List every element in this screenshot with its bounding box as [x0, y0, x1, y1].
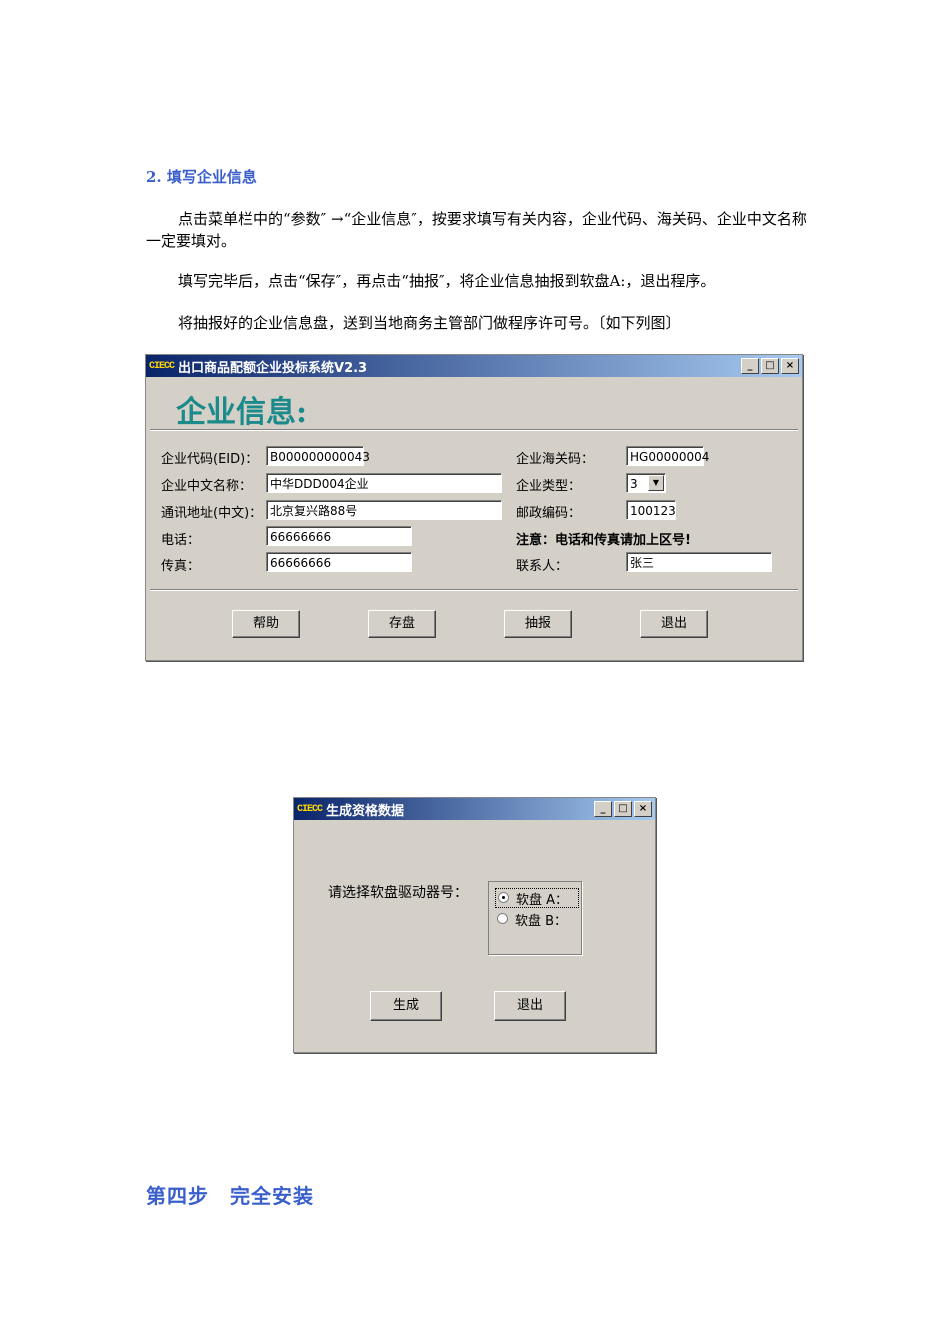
section-heading: 2. 填写企业信息 [146, 168, 257, 186]
notice-text: 注意：电话和传真请加上区号! [516, 533, 691, 548]
address-label: 通讯地址(中文)： [161, 506, 263, 521]
minimize-button[interactable]: _ [594, 801, 612, 817]
titlebar: CIECC 出口商品配额企业投标系统V2.3 _ □ × [146, 355, 802, 377]
contact-input[interactable]: 张三 [626, 552, 772, 572]
drive-group: 软盘 A： 软盘 B： [488, 881, 582, 955]
phone-input[interactable]: 66666666 [266, 526, 412, 546]
buttons-separator [150, 589, 798, 591]
exit-button[interactable]: 退出 [494, 991, 566, 1021]
header-separator [150, 429, 798, 431]
customs-label: 企业海关码： [516, 452, 595, 467]
titlebar: CIECC 生成资格数据 _ □ × [294, 798, 655, 820]
paragraph-3: 将抽报好的企业信息盘，送到当地商务主管部门做程序许可号。〔如下列图〕 [146, 312, 818, 334]
cn-name-label: 企业中文名称： [161, 479, 253, 494]
form-header: 企业信息: [176, 395, 308, 430]
customs-input[interactable]: HG00000004 [626, 446, 709, 466]
drive-prompt: 请选择软盘驱动器号： [328, 885, 468, 901]
eid-label: 企业代码(EID)： [161, 452, 259, 467]
eid-input[interactable]: B000000000043 [266, 446, 370, 466]
phone-label: 电话： [161, 533, 201, 548]
type-select[interactable]: 3 ▼ [626, 473, 666, 493]
enterprise-info-window: CIECC 出口商品配额企业投标系统V2.3 _ □ × 企业信息: 企业代码(… [145, 354, 803, 661]
drive-b-radio[interactable] [497, 913, 508, 924]
close-button[interactable]: × [634, 801, 652, 817]
maximize-button[interactable]: □ [614, 801, 632, 817]
drive-b-option[interactable]: 软盘 B： [495, 910, 577, 929]
extract-button[interactable]: 抽报 [504, 610, 572, 638]
help-button[interactable]: 帮助 [232, 610, 300, 638]
app-logo: CIECC [297, 803, 323, 815]
paragraph-2-text: 填写完毕后，点击“保存″，再点击“抽报″，将企业信息抽报到软盘A:，退出程序。 [178, 272, 716, 290]
close-button[interactable]: × [781, 358, 799, 374]
postal-input[interactable]: 100123 [626, 500, 676, 520]
step-heading: 第四步 完全安装 [146, 1184, 314, 1208]
titlebar-controls: _ □ × [594, 801, 652, 817]
exit-button[interactable]: 退出 [640, 610, 708, 638]
cn-name-input[interactable]: 中华DDD004企业 [266, 473, 502, 493]
fax-label: 传真： [161, 559, 201, 574]
window-title: 出口商品配额企业投标系统V2.3 [178, 360, 368, 376]
contact-label: 联系人： [516, 559, 569, 574]
type-label: 企业类型： [516, 479, 582, 494]
app-logo: CIECC [149, 360, 175, 372]
address-input[interactable]: 北京复兴路88号 [266, 500, 502, 520]
drive-a-label: 软盘 A： [516, 893, 569, 908]
drive-b-label: 软盘 B： [515, 914, 568, 929]
chevron-down-icon[interactable]: ▼ [648, 475, 664, 491]
paragraph-3-text: 将抽报好的企业信息盘，送到当地商务主管部门做程序许可号。〔如下列图〕 [178, 314, 681, 332]
type-value: 3 [630, 477, 638, 491]
minimize-button[interactable]: _ [741, 358, 759, 374]
paragraph-1-text: 点击菜单栏中的“参数″ →“企业信息″，按要求填写有关内容，企业代码、海关码、企… [146, 210, 807, 250]
paragraph-2: 填写完毕后，点击“保存″，再点击“抽报″，将企业信息抽报到软盘A:，退出程序。 [146, 270, 818, 292]
fax-input[interactable]: 66666666 [266, 552, 412, 572]
postal-label: 邮政编码： [516, 506, 582, 521]
save-button[interactable]: 存盘 [368, 610, 436, 638]
generate-data-window: CIECC 生成资格数据 _ □ × 请选择软盘驱动器号： 软盘 A： 软盘 B… [293, 797, 656, 1053]
drive-a-radio[interactable] [498, 892, 509, 903]
window-title: 生成资格数据 [326, 803, 405, 819]
generate-button[interactable]: 生成 [370, 991, 442, 1021]
paragraph-1: 点击菜单栏中的“参数″ →“企业信息″，按要求填写有关内容，企业代码、海关码、企… [146, 208, 818, 252]
maximize-button[interactable]: □ [761, 358, 779, 374]
titlebar-controls: _ □ × [741, 358, 799, 374]
drive-a-option[interactable]: 软盘 A： [495, 888, 579, 908]
